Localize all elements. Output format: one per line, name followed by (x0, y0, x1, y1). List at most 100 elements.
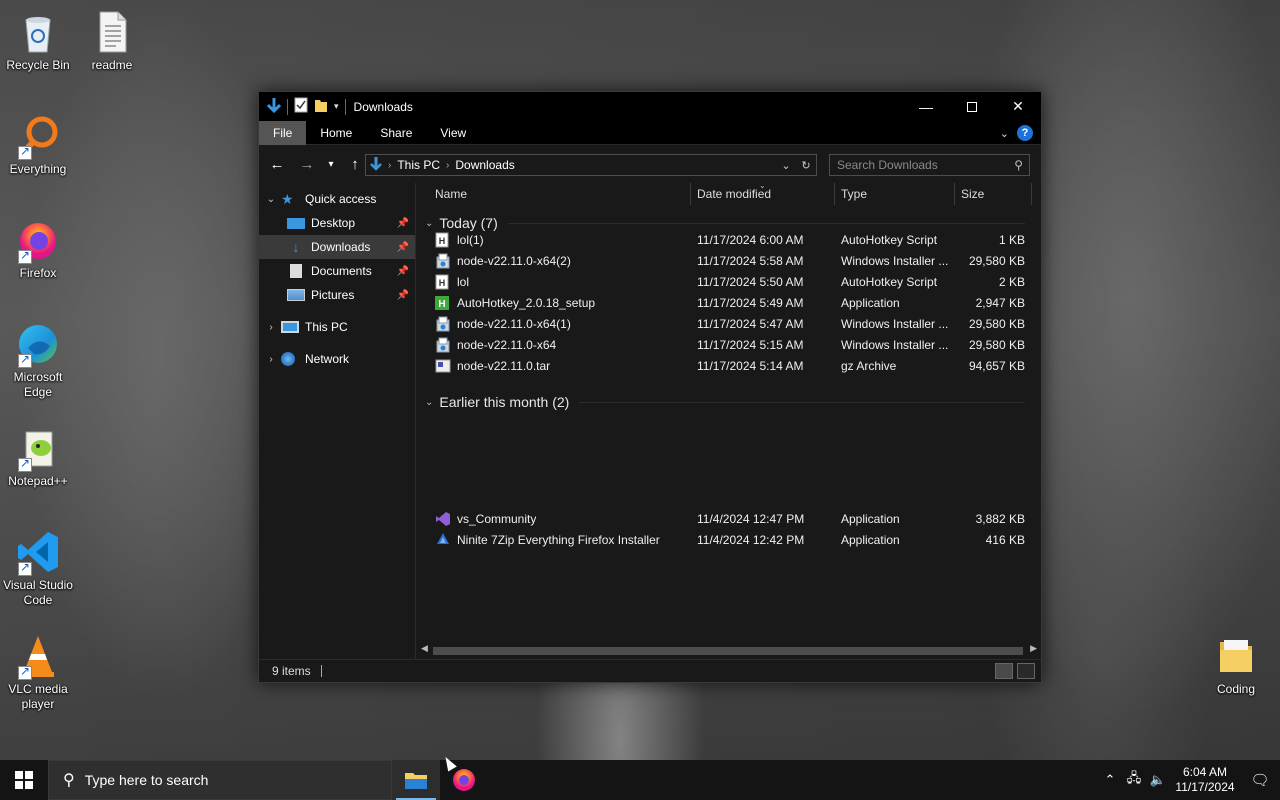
desktop-icon-readme[interactable]: readme (74, 8, 150, 73)
desktop-icon-everything[interactable]: Everything (0, 112, 76, 177)
breadcrumb-downloads[interactable]: Downloads (455, 158, 514, 172)
details-view-button[interactable] (995, 663, 1013, 679)
breadcrumb-separator-icon[interactable]: › (388, 160, 391, 171)
nav-network[interactable]: › Network (259, 347, 415, 371)
collapse-chevron-icon[interactable]: ⌄ (261, 194, 281, 205)
volume-muted-icon[interactable]: 🔈 (1146, 772, 1170, 788)
file-date: 11/17/2024 5:14 AM (697, 359, 804, 373)
notification-center-icon[interactable]: 🗨 (1240, 771, 1280, 789)
nav-item-pictures[interactable]: Pictures 📌 (259, 283, 415, 307)
file-row[interactable]: H AutoHotkey_2.0.18_setup 11/17/2024 5:49 … (417, 293, 1031, 314)
search-icon: ⚲ (63, 772, 75, 789)
column-divider[interactable] (690, 183, 691, 205)
nav-item-downloads[interactable]: ↓ Downloads 📌 (259, 235, 415, 259)
nav-item-desktop[interactable]: Desktop 📌 (259, 211, 415, 235)
file-row[interactable]: Hlol(1) 11/17/2024 6:00 AM AutoHotkey Scri… (417, 230, 1031, 251)
file-row[interactable]: node-v22.11.0-x64(2) 11/17/2024 5:58 AM Wi… (417, 251, 1031, 272)
desktop-icon-label: Visual Studio Code (3, 578, 73, 607)
taskbar-file-explorer[interactable] (392, 760, 440, 800)
divider (344, 98, 346, 115)
nav-item-label: Quick access (305, 192, 377, 206)
breadcrumb-separator-icon[interactable]: › (446, 160, 449, 171)
file-size: 94,657 KB (968, 359, 1025, 373)
title-bar[interactable]: ▾ Downloads — ✕ (259, 92, 1041, 121)
clock[interactable]: 6:04 AM 11/17/2024 (1170, 765, 1240, 795)
column-header-type[interactable]: Type (841, 187, 867, 201)
group-header-earlier[interactable]: ⌄ Earlier this month (2) (425, 394, 1025, 410)
breadcrumb-this-pc[interactable]: This PC (397, 158, 440, 172)
search-input[interactable]: Search Downloads ⚲ (829, 154, 1030, 176)
maximize-button[interactable] (949, 92, 995, 121)
column-header-size[interactable]: Size (961, 187, 984, 201)
up-button[interactable]: ↑ (343, 156, 367, 173)
nav-this-pc[interactable]: › This PC (259, 315, 415, 339)
file-row[interactable]: node-v22.11.0-x64(1) 11/17/2024 5:47 AM Wi… (417, 314, 1031, 335)
nav-quick-access[interactable]: ⌄ ★ Quick access (259, 187, 415, 211)
expand-chevron-icon[interactable]: › (261, 322, 281, 333)
horizontal-scrollbar[interactable]: ◀ ▶ (417, 642, 1041, 659)
search-placeholder: Search Downloads (837, 158, 938, 172)
tab-share[interactable]: Share (366, 121, 426, 145)
scroll-right-icon[interactable]: ▶ (1030, 643, 1037, 654)
desktop-icon-firefox[interactable]: Firefox (0, 216, 76, 281)
file-row[interactable]: Ninite 7Zip Everything Firefox Installer… (417, 530, 1031, 551)
column-divider[interactable] (1031, 183, 1032, 205)
start-button[interactable] (0, 760, 48, 800)
back-button[interactable]: ← (265, 156, 289, 173)
column-headers: Name Date modified ⌄ Type Size (417, 181, 1032, 205)
recent-locations-button[interactable]: ▾ (319, 159, 343, 170)
new-folder-icon[interactable] (314, 97, 328, 116)
desktop-folder-icon (287, 217, 305, 229)
customize-dropdown-icon[interactable]: ▾ (334, 101, 339, 112)
desktop-icon-vscode[interactable]: Visual Studio Code (0, 528, 76, 608)
taskbar-search-box[interactable]: ⚲ Type here to search (48, 760, 392, 800)
address-dropdown-icon[interactable]: ⌄ (776, 159, 796, 172)
download-arrow-icon (266, 97, 282, 116)
tab-file[interactable]: File (259, 120, 307, 145)
nav-item-documents[interactable]: Documents 📌 (259, 259, 415, 283)
desktop-icon-notepad-plus-plus[interactable]: Notepad++ (0, 424, 76, 489)
desktop-icon-recycle-bin[interactable]: Recycle Bin (0, 8, 76, 73)
collapse-chevron-icon[interactable]: ⌄ (425, 218, 433, 229)
file-type: Application (841, 512, 900, 526)
refresh-icon[interactable]: ↻ (796, 159, 816, 172)
file-row[interactable]: vs_Community 11/4/2024 12:47 PM Applicatio… (417, 509, 1031, 530)
expand-chevron-icon[interactable]: › (261, 354, 281, 365)
column-divider[interactable] (834, 183, 835, 205)
tab-home[interactable]: Home (306, 121, 366, 145)
desktop-icon-vlc[interactable]: VLC media player (0, 632, 76, 712)
show-hidden-icons-icon[interactable]: ⌃ (1098, 772, 1122, 788)
msi-installer-icon (435, 316, 451, 332)
scroll-left-icon[interactable]: ◀ (421, 643, 428, 654)
column-header-name[interactable]: Name (435, 187, 467, 201)
file-row[interactable]: node-v22.11.0.tar 11/17/2024 5:14 AM gz Ar… (417, 356, 1031, 377)
file-row[interactable]: Hlol 11/17/2024 5:50 AM AutoHotkey Script 2… (417, 272, 1031, 293)
desktop-icon-edge[interactable]: Microsoft Edge (0, 320, 76, 400)
properties-icon[interactable] (294, 97, 308, 116)
sort-indicator-icon: ⌄ (759, 181, 766, 190)
divider (320, 665, 322, 677)
file-row[interactable]: node-v22.11.0-x64 11/17/2024 5:15 AM Windo… (417, 335, 1031, 356)
file-name: node-v22.11.0-x64(1) (457, 317, 571, 331)
desktop-icon-label: Coding (1216, 682, 1256, 696)
desktop-icon-label: Recycle Bin (6, 58, 70, 72)
svg-text:H: H (439, 236, 446, 246)
column-divider[interactable] (954, 183, 955, 205)
collapse-chevron-icon[interactable]: ⌄ (425, 397, 433, 408)
desktop-icon-coding-folder[interactable]: Coding (1198, 632, 1274, 697)
scrollbar-thumb[interactable] (433, 647, 1023, 655)
documents-folder-icon (290, 264, 302, 278)
address-bar[interactable]: › This PC › Downloads ⌄ ↻ (365, 154, 817, 176)
recycle-bin-icon (14, 8, 62, 56)
tab-view[interactable]: View (426, 121, 480, 145)
help-icon[interactable]: ? (1017, 125, 1033, 141)
close-button[interactable]: ✕ (995, 92, 1041, 121)
network-status-icon[interactable]: 🖧 (1122, 769, 1146, 791)
ribbon-tabs: File Home Share View ⌄ ? (259, 120, 1041, 145)
minimize-button[interactable]: — (903, 92, 949, 121)
nav-item-label: This PC (305, 320, 348, 334)
forward-button[interactable]: → (295, 156, 319, 173)
large-icons-view-button[interactable] (1017, 663, 1035, 679)
expand-ribbon-icon[interactable]: ⌄ (1000, 127, 1009, 140)
group-header-today[interactable]: ⌄ Today (7) (425, 215, 1025, 231)
